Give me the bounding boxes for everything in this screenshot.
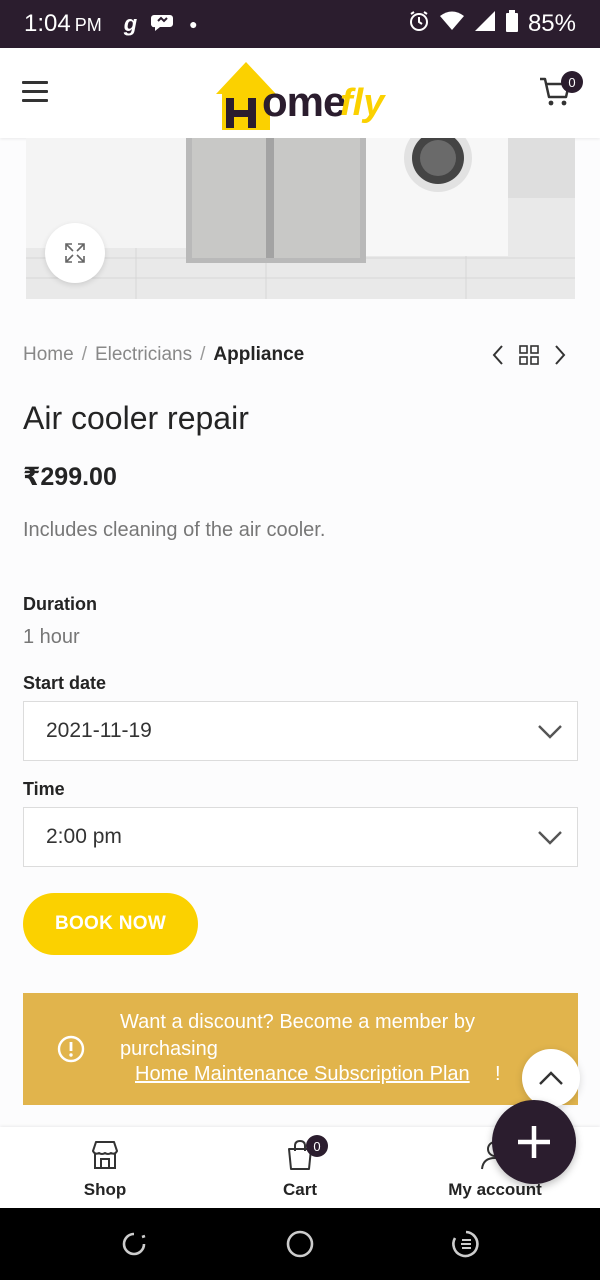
status-right: 85%	[408, 9, 576, 39]
chevron-down-icon	[537, 720, 563, 747]
book-now-button[interactable]: BOOK NOW	[23, 893, 198, 955]
bottom-nav-cart-label: Cart	[282, 1180, 317, 1199]
breadcrumb-electricians[interactable]: Electricians	[95, 344, 192, 366]
g-icon: g	[123, 11, 138, 36]
battery-icon	[505, 9, 518, 39]
scroll-to-top-button[interactable]	[522, 1049, 580, 1107]
chevron-down-icon	[537, 826, 563, 853]
product-image[interactable]	[26, 138, 575, 299]
duration-label: Duration	[23, 594, 97, 614]
alarm-icon	[408, 10, 430, 39]
hamburger-menu-icon[interactable]	[22, 81, 48, 103]
notice-text: Want a discount? Become a member by purc…	[120, 1011, 475, 1060]
duration-value: 1 hour	[23, 626, 80, 648]
app-header: ome fly 0	[0, 48, 600, 138]
bottom-nav-shop[interactable]: Shop	[45, 1139, 165, 1200]
wifi-icon	[439, 10, 464, 38]
next-product-icon[interactable]	[554, 344, 566, 366]
system-recents-icon[interactable]	[450, 1228, 482, 1265]
breadcrumb-appliance[interactable]: Appliance	[213, 344, 304, 366]
status-time: 1:04 PM	[24, 10, 102, 37]
breadcrumb-separator: /	[81, 344, 87, 365]
breadcrumb-home[interactable]: Home	[23, 344, 74, 366]
time-value: 2:00 pm	[46, 825, 122, 848]
battery-percent: 85%	[527, 10, 576, 37]
store-icon	[92, 1141, 118, 1169]
signal-icon	[474, 10, 496, 39]
floating-add-button[interactable]	[492, 1100, 576, 1184]
message-icon	[151, 11, 175, 37]
expand-icon	[65, 243, 85, 263]
start-date-label: Start date	[23, 673, 107, 693]
start-date-value: 2021-11-19	[46, 719, 152, 742]
time-select[interactable]: 2:00 pm	[23, 807, 578, 867]
product-navigation	[492, 344, 566, 366]
plus-icon	[518, 1126, 550, 1158]
start-date-select[interactable]: 2021-11-19	[23, 701, 578, 761]
status-left-icons: g ●	[124, 11, 198, 37]
breadcrumb: Home / Electricians / Appliance	[23, 344, 304, 366]
subscription-plan-link[interactable]: Home Maintenance Subscription Plan	[135, 1063, 470, 1086]
discount-notice: Want a discount? Become a member by purc…	[23, 993, 578, 1105]
status-bar: 1:04 PM g ● 85%	[0, 0, 600, 48]
system-navigation-bar	[0, 1208, 600, 1280]
system-home-icon[interactable]	[284, 1228, 316, 1265]
bottom-nav-cart-badge: 0	[306, 1135, 328, 1157]
header-cart-button[interactable]: 0	[538, 71, 583, 114]
info-circle-icon	[57, 1035, 85, 1068]
breadcrumb-separator: /	[200, 344, 206, 365]
zoom-image-button[interactable]	[45, 223, 105, 283]
homefly-logo[interactable]: ome fly	[212, 54, 392, 134]
logo-text-home: ome	[262, 78, 346, 125]
product-short-description: Includes cleaning of the air cooler.	[23, 519, 326, 541]
logo-text-fly: fly	[340, 82, 385, 124]
dot-icon: ●	[189, 16, 198, 32]
bottom-nav-cart[interactable]: 0 Cart	[240, 1135, 360, 1200]
grid-view-icon[interactable]	[518, 344, 540, 366]
product-price: ₹299.00	[23, 463, 117, 491]
product-title: Air cooler repair	[23, 400, 249, 436]
previous-product-icon[interactable]	[492, 344, 504, 366]
notice-suffix: !	[495, 1063, 501, 1085]
header-cart-badge: 0	[561, 71, 583, 93]
bottom-nav-shop-label: Shop	[83, 1180, 127, 1199]
system-back-icon[interactable]	[118, 1228, 150, 1265]
chevron-up-icon	[539, 1071, 563, 1085]
time-label: Time	[23, 779, 65, 799]
